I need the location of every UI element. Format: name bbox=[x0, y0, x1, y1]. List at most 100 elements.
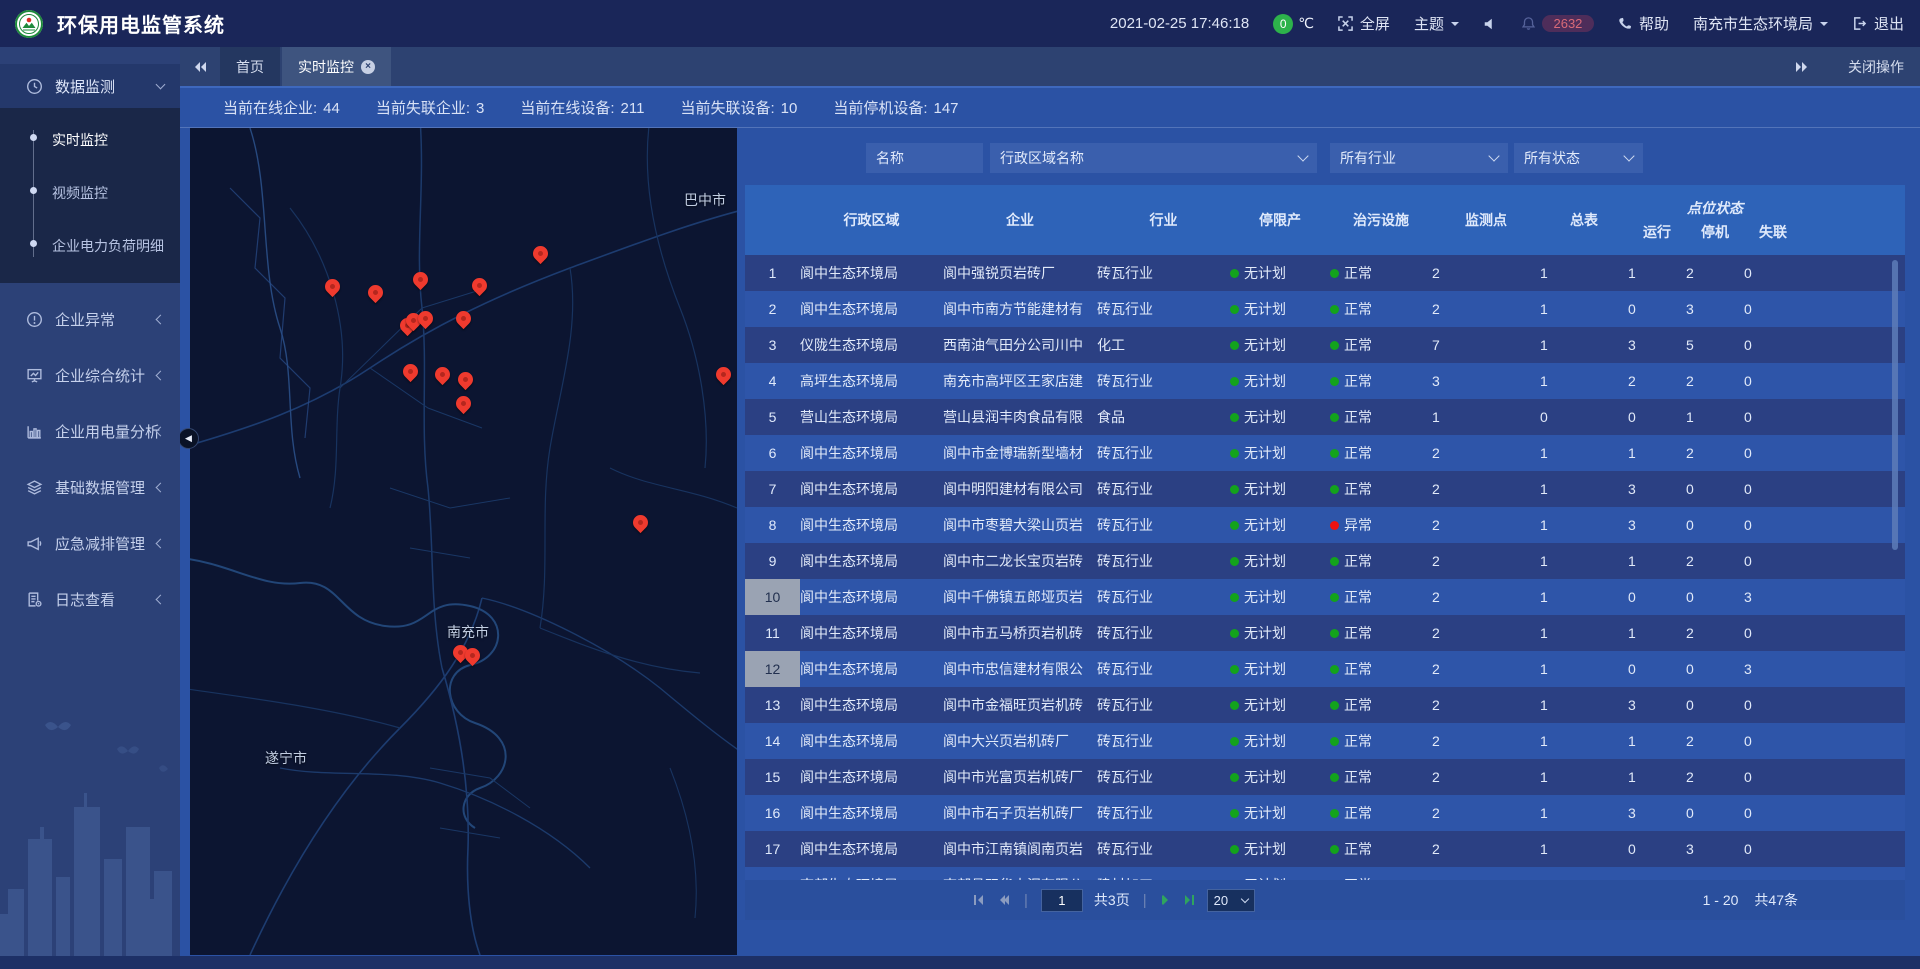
next-page-button[interactable] bbox=[1160, 893, 1172, 907]
status-dot-icon bbox=[1330, 269, 1339, 278]
table-row[interactable]: 4高坪生态环境局南充市高坪区王家店建砖瓦行业无计划正常31220 bbox=[745, 363, 1905, 399]
cell-total-meter: 1 bbox=[1540, 291, 1628, 327]
sidebar-item-enterprise-abnormal[interactable]: 企业异常 bbox=[0, 291, 180, 347]
chevron-down-icon bbox=[156, 80, 166, 90]
map-collapse-button[interactable]: ◀ bbox=[178, 428, 199, 449]
row-number: 5 bbox=[745, 399, 800, 435]
filter-bar: 行政区域名称 所有行业 所有状态 bbox=[745, 143, 1905, 173]
cell-industry: 砖瓦行业 bbox=[1097, 471, 1230, 507]
table-row[interactable]: 18南部生态环境局南部县双华水泥有限公建材加工无计划正常60060 bbox=[745, 867, 1905, 880]
theme-button[interactable]: 主题 bbox=[1414, 13, 1459, 34]
table-row[interactable]: 16阆中生态环境局阆中市石子页岩机砖厂砖瓦行业无计划正常21300 bbox=[745, 795, 1905, 831]
datetime: 2021-02-25 17:46:18 bbox=[1110, 15, 1249, 32]
region-select[interactable]: 行政区域名称 bbox=[990, 143, 1317, 173]
table-row[interactable]: 7阆中生态环境局阆中明阳建材有限公司砖瓦行业无计划正常21300 bbox=[745, 471, 1905, 507]
table-row[interactable]: 13阆中生态环境局阆中市金福旺页岩机砖砖瓦行业无计划正常21300 bbox=[745, 687, 1905, 723]
status-select[interactable]: 所有状态 bbox=[1514, 143, 1643, 173]
name-search-input[interactable] bbox=[866, 143, 983, 173]
tab-home[interactable]: 首页 bbox=[220, 47, 280, 86]
sidebar-item-realtime-monitoring[interactable]: 实时监控 bbox=[0, 114, 180, 167]
page-input[interactable] bbox=[1041, 889, 1083, 912]
sidebar-item-emergency-reduction[interactable]: 应急减排管理 bbox=[0, 515, 180, 571]
sidebar-item-video-monitoring[interactable]: 视频监控 bbox=[0, 167, 180, 220]
gauge-icon bbox=[26, 78, 43, 95]
cell-running: 3 bbox=[1628, 507, 1686, 543]
status-dot-icon bbox=[1230, 521, 1239, 530]
map-city-label: 南充市 bbox=[447, 622, 489, 642]
chevron-down-icon bbox=[1488, 150, 1499, 161]
mute-button[interactable] bbox=[1483, 17, 1497, 31]
cell-industry: 砖瓦行业 bbox=[1097, 291, 1230, 327]
cell-lost: 0 bbox=[1744, 255, 1802, 291]
bell-icon bbox=[1521, 16, 1536, 31]
notifications-button[interactable]: 2632 bbox=[1521, 15, 1594, 32]
sidebar-item-data-monitoring[interactable]: 数据监测 bbox=[0, 64, 180, 108]
table-row[interactable]: 9阆中生态环境局阆中市二龙长宝页岩砖砖瓦行业无计划正常21120 bbox=[745, 543, 1905, 579]
table-row[interactable]: 1阆中生态环境局阆中强锐页岩砖厂砖瓦行业无计划正常21120 bbox=[745, 255, 1905, 291]
cell-stopped: 3 bbox=[1686, 831, 1744, 867]
scrollbar[interactable] bbox=[1892, 260, 1898, 550]
sidebar-item-label: 视频监控 bbox=[52, 185, 108, 201]
chevron-left-icon bbox=[156, 314, 166, 324]
sidebar-item-electricity-analysis[interactable]: 企业用电量分析 bbox=[0, 403, 180, 459]
table-row[interactable]: 12阆中生态环境局阆中市忠信建材有限公砖瓦行业无计划正常21003 bbox=[745, 651, 1905, 687]
table-row[interactable]: 15阆中生态环境局阆中市光富页岩机砖厂砖瓦行业无计划正常21120 bbox=[745, 759, 1905, 795]
stat-online-enterprises: 当前在线企业:44 bbox=[223, 97, 340, 118]
tabs-scroll-right-button[interactable] bbox=[1782, 62, 1822, 72]
table-row[interactable]: 17阆中生态环境局阆中市江南镇阆南页岩砖瓦行业无计划正常21030 bbox=[745, 831, 1905, 867]
fullscreen-button[interactable]: 全屏 bbox=[1338, 13, 1390, 34]
cell-region: 阆中生态环境局 bbox=[800, 507, 943, 543]
sidebar-item-enterprise-statistics[interactable]: 企业综合统计 bbox=[0, 347, 180, 403]
previous-page-button[interactable] bbox=[996, 893, 1011, 907]
org-menu[interactable]: 南充市生态环境局 bbox=[1693, 13, 1828, 34]
cell-industry: 砖瓦行业 bbox=[1097, 615, 1230, 651]
cell-running: 0 bbox=[1628, 579, 1686, 615]
table-row[interactable]: 3仪陇生态环境局西南油气田分公司川中化工无计划正常71350 bbox=[745, 327, 1905, 363]
industry-select[interactable]: 所有行业 bbox=[1330, 143, 1508, 173]
divider: | bbox=[1143, 892, 1147, 909]
cell-total-meter: 1 bbox=[1540, 255, 1628, 291]
cell-stopped: 0 bbox=[1686, 471, 1744, 507]
table-row[interactable]: 6阆中生态环境局阆中市金博瑞新型墙材砖瓦行业无计划正常21120 bbox=[745, 435, 1905, 471]
tab-label: 实时监控 bbox=[298, 57, 354, 77]
row-number: 2 bbox=[745, 291, 800, 327]
sidebar-item-log-view[interactable]: 日志查看 bbox=[0, 571, 180, 627]
sidebar-item-base-data[interactable]: 基础数据管理 bbox=[0, 459, 180, 515]
map[interactable]: 巴中市南充市遂宁市 bbox=[190, 128, 737, 955]
cell-total-meter: 1 bbox=[1540, 687, 1628, 723]
cell-stopped: 0 bbox=[1686, 579, 1744, 615]
cell-monitor-points: 2 bbox=[1432, 795, 1540, 831]
cell-enterprise: 阆中市二龙长宝页岩砖 bbox=[943, 543, 1097, 579]
table-row[interactable]: 14阆中生态环境局阆中大兴页岩机砖厂砖瓦行业无计划正常21120 bbox=[745, 723, 1905, 759]
first-page-button[interactable] bbox=[972, 893, 985, 907]
cell-limit-status: 无计划 bbox=[1230, 471, 1330, 507]
status-dot-icon bbox=[1230, 701, 1239, 710]
chevron-left-icon bbox=[156, 594, 166, 604]
last-page-button[interactable] bbox=[1183, 893, 1196, 907]
cell-facility-status: 正常 bbox=[1330, 759, 1432, 795]
tabs-scroll-left-button[interactable] bbox=[180, 47, 220, 86]
status-dot-icon bbox=[1330, 773, 1339, 782]
help-button[interactable]: 帮助 bbox=[1618, 13, 1669, 34]
table-row[interactable]: 11阆中生态环境局阆中市五马桥页岩机砖砖瓦行业无计划正常21120 bbox=[745, 615, 1905, 651]
logout-button[interactable]: 退出 bbox=[1852, 13, 1904, 34]
status-dot-icon bbox=[1230, 377, 1239, 386]
cell-facility-status: 正常 bbox=[1330, 471, 1432, 507]
table-row[interactable]: 5营山生态环境局营山县润丰肉食品有限食品无计划正常10010 bbox=[745, 399, 1905, 435]
fullscreen-label: 全屏 bbox=[1360, 13, 1390, 34]
table-row[interactable]: 8阆中生态环境局阆中市枣碧大梁山页岩砖瓦行业无计划异常21300 bbox=[745, 507, 1905, 543]
cell-monitor-points: 2 bbox=[1432, 723, 1540, 759]
group-header-label: 点位状态 bbox=[1628, 196, 1802, 220]
close-icon[interactable]: × bbox=[361, 60, 375, 74]
cell-running: 1 bbox=[1628, 255, 1686, 291]
page-size-select[interactable]: 20 bbox=[1207, 889, 1255, 912]
table-row[interactable]: 10阆中生态环境局阆中千佛镇五郎垭页岩砖瓦行业无计划正常21003 bbox=[745, 579, 1905, 615]
cell-stopped: 5 bbox=[1686, 327, 1744, 363]
chevron-down-icon bbox=[1451, 22, 1459, 30]
close-operations-button[interactable]: 关闭操作 bbox=[1848, 57, 1904, 77]
row-number: 18 bbox=[745, 867, 800, 880]
tab-realtime-monitoring[interactable]: 实时监控 × bbox=[282, 47, 391, 86]
table-row[interactable]: 2阆中生态环境局阆中市南方节能建材有砖瓦行业无计划正常21030 bbox=[745, 291, 1905, 327]
sidebar-item-power-load-detail[interactable]: 企业电力负荷明细 bbox=[0, 220, 180, 273]
cell-facility-status: 异常 bbox=[1330, 507, 1432, 543]
